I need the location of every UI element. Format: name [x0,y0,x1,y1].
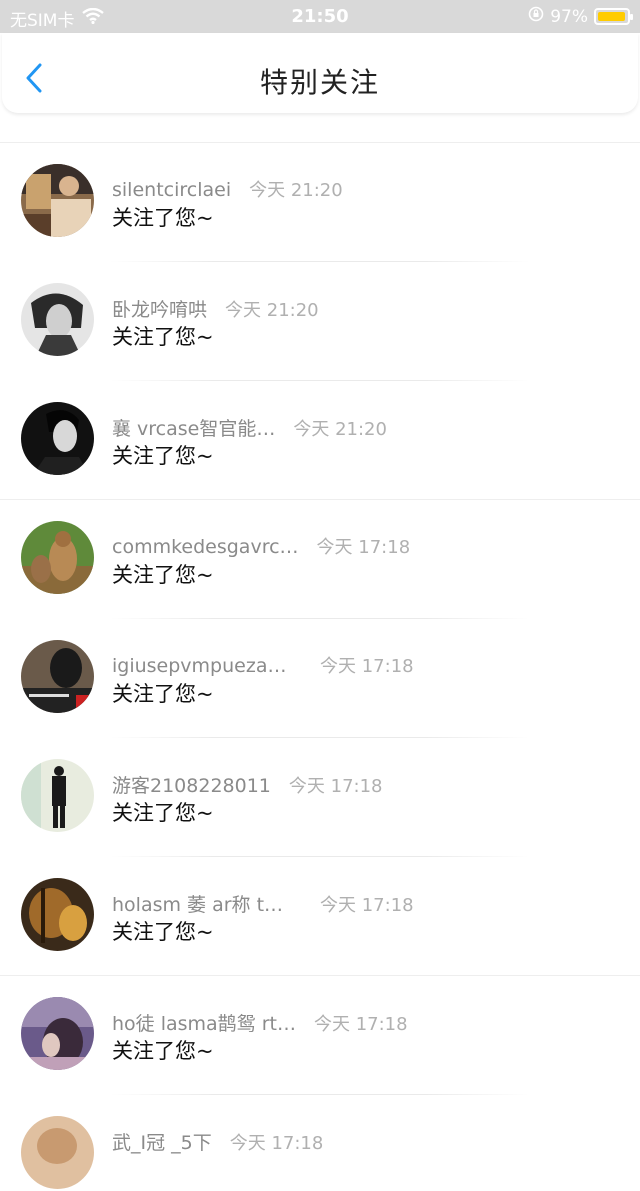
avatar[interactable] [21,759,94,832]
name-row: 游客2108228011 今天 17:18 [112,771,383,798]
avatar[interactable] [21,521,94,594]
timestamp: 今天 17:18 [316,537,411,558]
list-item[interactable]: silentcirclaei 今天 21:20 关注了您~ [0,120,640,262]
battery-icon [594,8,633,25]
status-bar: 无SIM卡 21:50 97% [0,0,640,33]
nav-bar: 特别关注 [2,33,638,113]
name-row: 武_I冠 _5下 今天 17:18 [112,1128,323,1155]
user-name[interactable]: 游客2108228011 [112,771,271,798]
name-row: commkedesgavrc… 今天 17:18 [112,533,410,559]
list-item[interactable]: holasm 萎 ar称 t智… 今天 17:18 关注了您~ [0,834,640,976]
user-name[interactable]: 襄 vrcase智官能… [112,414,275,441]
avatar[interactable] [21,997,94,1070]
message-text: 关注了您~ [112,1039,214,1063]
battery-percent: 97% [550,6,588,27]
avatar[interactable] [21,164,94,237]
name-row: silentcirclaei 今天 21:20 [112,176,343,202]
message-text: 关注了您~ [112,563,214,587]
avatar[interactable] [21,402,94,475]
list-item[interactable]: 游客2108228011 今天 17:18 关注了您~ [0,715,640,857]
message-text: 关注了您~ [112,801,214,825]
timestamp: 今天 17:18 [313,1014,408,1035]
name-row: holasm 萎 ar称 t智… 今天 17:18 [112,890,414,917]
timestamp: 今天 17:18 [229,1133,324,1154]
message-text: 关注了您~ [112,682,214,706]
status-right: 97% [528,6,633,27]
message-text: 关注了您~ [112,325,214,349]
message-text: 关注了您~ [112,444,214,468]
name-row: 襄 vrcase智官能… 今天 21:20 [112,414,387,441]
message-text: 关注了您~ [112,206,214,230]
user-name[interactable]: igiusepvmpuezam… [112,655,302,677]
avatar[interactable] [21,1116,94,1189]
list-item[interactable]: ho徒 lasma鹊鸳 rt… 今天 17:18 关注了您~ [0,953,640,1095]
timestamp: 今天 21:20 [249,180,343,201]
rotation-lock-icon [528,6,544,27]
battery-level [598,12,626,21]
timestamp: 今天 17:18 [288,776,383,797]
timestamp: 今天 17:18 [320,656,414,677]
timestamp: 今天 17:18 [320,895,414,916]
list-item[interactable]: 襄 vrcase智官能… 今天 21:20 关注了您~ [0,358,640,500]
avatar[interactable] [21,283,94,356]
list-item[interactable]: 武_I冠 _5下 今天 17:18 [0,1072,640,1191]
avatar[interactable] [21,878,94,951]
list-item[interactable]: commkedesgavrc… 今天 17:18 关注了您~ [0,477,640,619]
user-name[interactable]: commkedesgavrc… [112,536,299,558]
timestamp: 今天 21:20 [293,419,387,440]
list-item[interactable]: igiusepvmpuezam… 今天 17:18 关注了您~ [0,596,640,738]
name-row: 卧龙吟唷哄 今天 21:20 [112,295,319,322]
user-name[interactable]: 武_I冠 _5下 [112,1128,212,1155]
page-title: 特别关注 [259,66,380,99]
name-row: igiusepvmpuezam… 今天 17:18 [112,652,414,678]
message-text: 关注了您~ [112,920,214,944]
avatar[interactable] [21,640,94,713]
timestamp: 今天 21:20 [225,300,319,321]
list-item[interactable]: 卧龙吟唷哄 今天 21:20 关注了您~ [0,239,640,381]
user-name[interactable]: holasm 萎 ar称 t智… [112,890,302,917]
user-name[interactable]: ho徒 lasma鹊鸳 rt… [112,1009,296,1036]
name-row: ho徒 lasma鹊鸳 rt… 今天 17:18 [112,1009,408,1036]
user-name[interactable]: 卧龙吟唷哄 [112,295,207,322]
user-name[interactable]: silentcirclaei [112,179,231,201]
